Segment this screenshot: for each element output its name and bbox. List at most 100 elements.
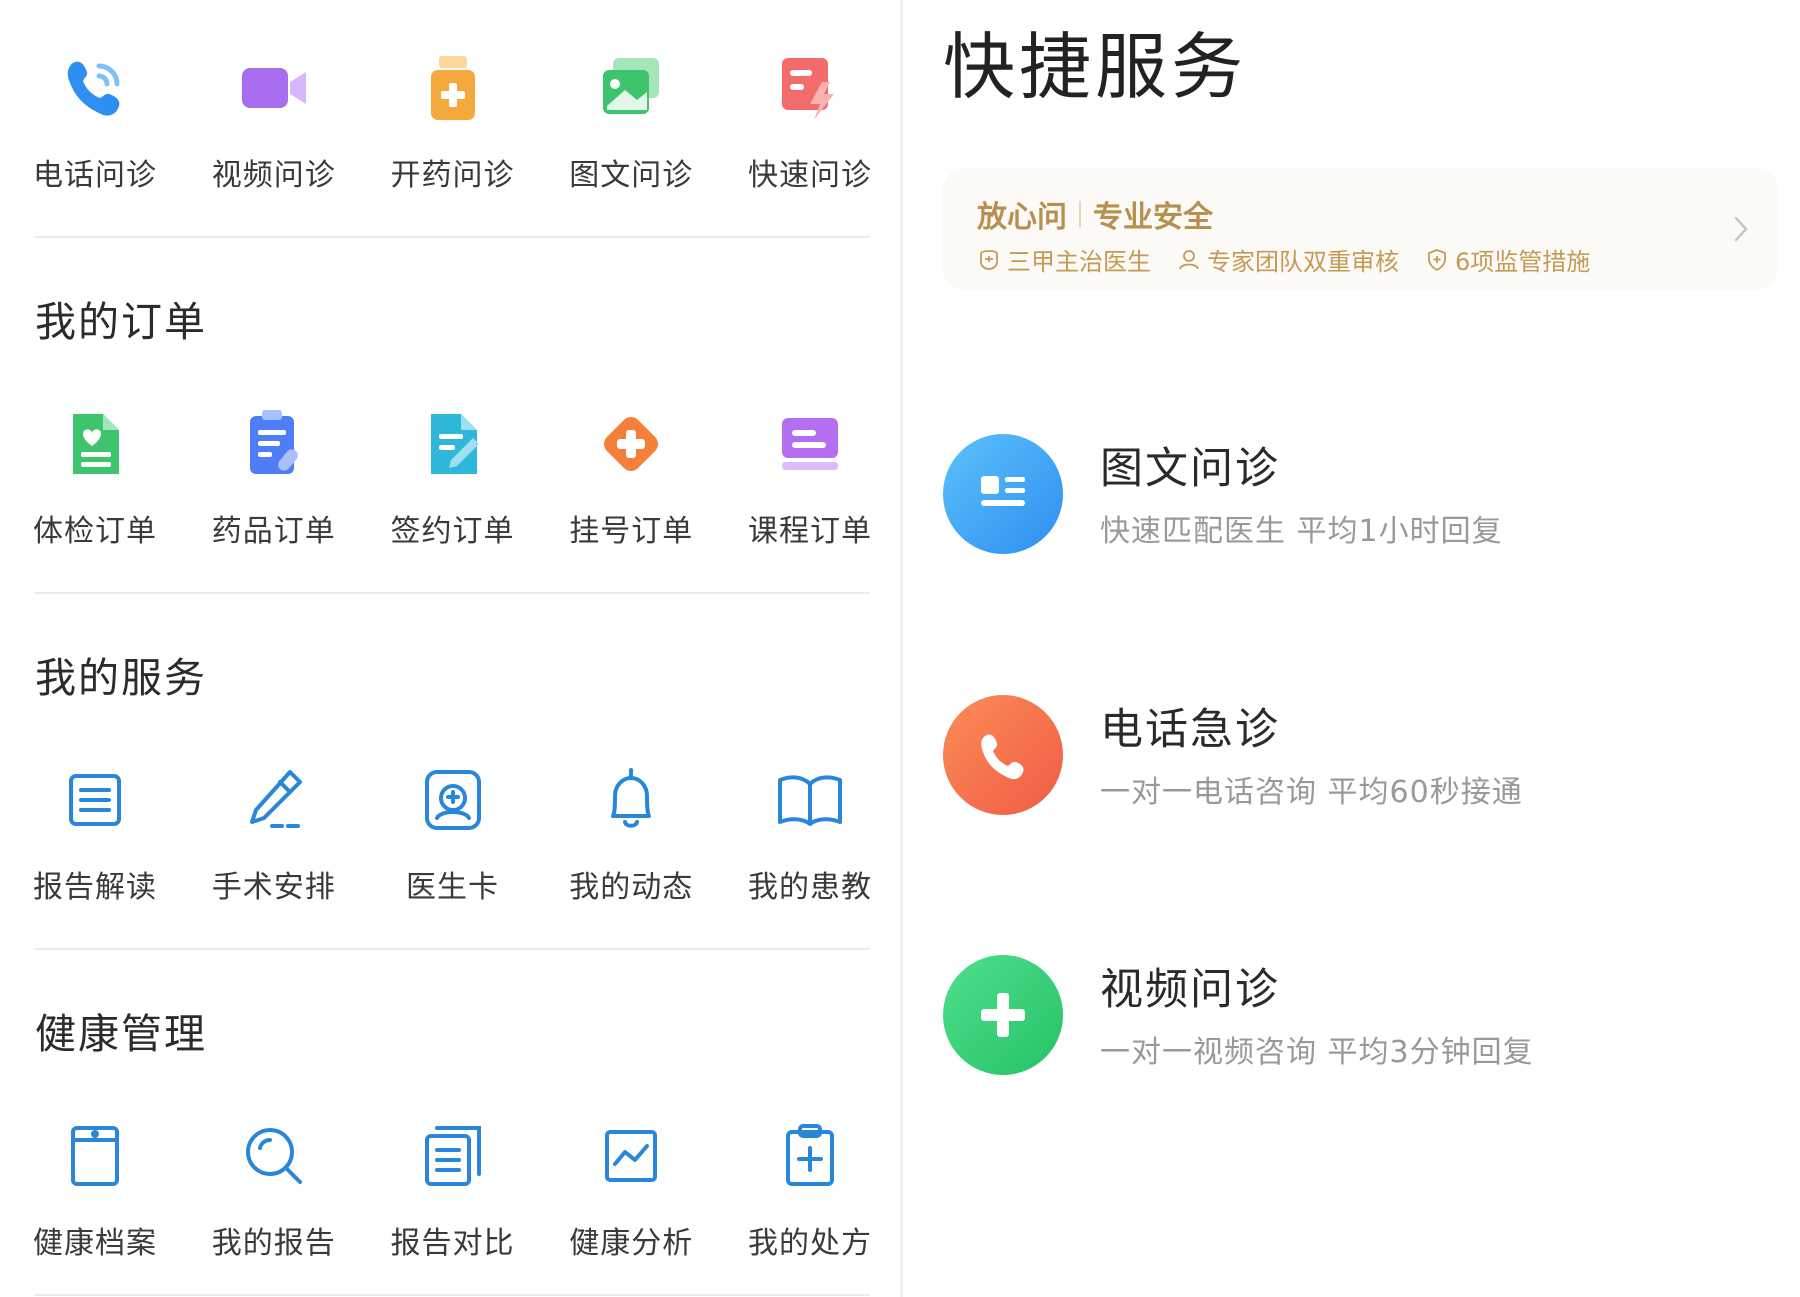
trend-chart-icon [591, 1116, 671, 1196]
report-compare-entry[interactable]: 报告对比 [390, 1116, 515, 1262]
banner-headline: 放心问 专业安全 [977, 192, 1213, 236]
plus-icon [981, 993, 1025, 1037]
service-subtitle: 快速匹配医生 平均1小时回复 [1100, 514, 1503, 549]
scalpel-icon [234, 760, 314, 840]
banner-feature: 6项监管措施 [1425, 242, 1590, 277]
prescription-clipboard-icon [770, 1116, 850, 1196]
search-report-icon [234, 1116, 314, 1196]
my-prescription-entry[interactable]: 我的处方 [748, 1116, 872, 1262]
banner-features: 三甲主治医生 专家团队双重审核 6项监管措施 [977, 242, 1616, 277]
entry-label: 医生卡 [406, 870, 499, 905]
phone-call-icon [55, 48, 135, 128]
medicine-consult-entry[interactable]: 开药问诊 [390, 48, 515, 194]
my-report-entry[interactable]: 我的报告 [211, 1116, 336, 1262]
service-icon-circle [943, 695, 1063, 815]
fast-consult-icon [770, 48, 850, 128]
entry-label: 挂号订单 [569, 514, 694, 549]
entry-label: 我的处方 [748, 1226, 872, 1261]
section-title-health: 健康管理 [35, 1010, 207, 1058]
patient-education-entry[interactable]: 我的患教 [748, 760, 872, 906]
contract-order-entry[interactable]: 签约订单 [390, 404, 515, 550]
course-book-icon [770, 404, 850, 484]
service-subtitle: 一对一视频咨询 平均3分钟回复 [1100, 1035, 1534, 1070]
doctor-card-icon [413, 760, 493, 840]
service-title: 电话急诊 [1100, 705, 1280, 755]
registration-cross-icon [591, 404, 671, 484]
bell-icon [591, 760, 671, 840]
service-icon-circle [943, 434, 1063, 554]
video-camera-icon [234, 48, 314, 128]
entry-label: 健康分析 [569, 1226, 694, 1261]
trust-banner[interactable]: 放心问 专业安全 三甲主治医生 专家团队双重审核 6项监管措施 [943, 168, 1778, 290]
phone-consult-entry[interactable]: 电话问诊 [33, 48, 157, 194]
right-panel: 快捷服务 放心问 专业安全 三甲主治医生 专家团队双重审核 6项监管措施 图文问… [903, 0, 1800, 1297]
image-consult-entry[interactable]: 图文问诊 [569, 48, 694, 194]
shield-icon [1428, 248, 1446, 271]
entry-label: 课程订单 [748, 514, 872, 549]
services-grid: 报告解读 手术安排 医生卡 我的动态 我的患教 [33, 760, 872, 906]
entry-label: 图文问诊 [569, 158, 694, 193]
my-activity-entry[interactable]: 我的动态 [569, 760, 694, 906]
page-title: 快捷服务 [943, 25, 1248, 109]
section-divider [35, 592, 870, 594]
orders-grid: 体检订单 药品订单 签约订单 挂号订单 课程订单 [33, 404, 872, 550]
left-panel: 电话问诊 视频问诊 开药问诊 图文问诊 快速问诊 我的订单 体检订单 药品订单 … [0, 0, 900, 1297]
compare-documents-icon [413, 1116, 493, 1196]
entry-label: 报告对比 [390, 1226, 515, 1261]
service-subtitle: 一对一电话咨询 平均60秒接通 [1100, 775, 1523, 810]
health-file-icon [55, 1116, 135, 1196]
entry-label: 健康档案 [33, 1226, 157, 1261]
medicine-clipboard-icon [234, 404, 314, 484]
banner-feature: 三甲主治医生 [977, 242, 1151, 277]
entry-label: 体检订单 [33, 514, 157, 549]
doctor-badge-icon [980, 249, 998, 270]
image-consult-service[interactable]: 图文问诊 快速匹配医生 平均1小时回复 [943, 434, 1783, 564]
entry-label: 快速问诊 [748, 158, 872, 193]
consult-entries: 电话问诊 视频问诊 开药问诊 图文问诊 快速问诊 [33, 48, 872, 194]
health-grid: 健康档案 我的报告 报告对比 健康分析 我的处方 [33, 1116, 872, 1262]
phone-icon [981, 734, 1024, 780]
entry-label: 视频问诊 [211, 158, 336, 193]
entry-label: 报告解读 [33, 870, 157, 905]
section-divider [35, 236, 870, 238]
report-reading-entry[interactable]: 报告解读 [33, 760, 157, 906]
checkup-document-icon [55, 404, 135, 484]
contract-document-icon [413, 404, 493, 484]
medicine-bottle-icon [413, 48, 493, 128]
service-title: 图文问诊 [1100, 444, 1280, 494]
entry-label: 我的报告 [211, 1226, 336, 1261]
phone-emergency-service[interactable]: 电话急诊 一对一电话咨询 平均60秒接通 [943, 695, 1783, 825]
entry-label: 电话问诊 [33, 158, 157, 193]
health-file-entry[interactable]: 健康档案 [33, 1116, 157, 1262]
video-consult-entry[interactable]: 视频问诊 [211, 48, 336, 194]
checkup-order-entry[interactable]: 体检订单 [33, 404, 157, 550]
entry-label: 我的患教 [748, 870, 872, 905]
surgery-arrangement-entry[interactable]: 手术安排 [211, 760, 336, 906]
banner-separator [1079, 201, 1081, 227]
open-book-icon [770, 760, 850, 840]
chevron-right-icon [1734, 216, 1748, 242]
doctor-card-entry[interactable]: 医生卡 [393, 760, 513, 906]
entry-label: 开药问诊 [390, 158, 515, 193]
fast-consult-entry[interactable]: 快速问诊 [748, 48, 872, 194]
entry-label: 手术安排 [211, 870, 336, 905]
registration-order-entry[interactable]: 挂号订单 [569, 404, 694, 550]
entry-label: 我的动态 [569, 870, 694, 905]
section-title-services: 我的服务 [35, 654, 207, 702]
banner-feature: 专家团队双重审核 [1177, 242, 1399, 277]
course-order-entry[interactable]: 课程订单 [748, 404, 872, 550]
service-title: 视频问诊 [1100, 965, 1280, 1015]
user-icon [1179, 249, 1199, 269]
report-list-icon [55, 760, 135, 840]
entry-label: 签约订单 [390, 514, 515, 549]
video-consult-service[interactable]: 视频问诊 一对一视频咨询 平均3分钟回复 [943, 955, 1783, 1085]
section-divider [35, 1294, 870, 1296]
banner-slogan: 专业安全 [1093, 200, 1213, 235]
medicine-order-entry[interactable]: 药品订单 [212, 404, 335, 550]
section-divider [35, 948, 870, 950]
article-icon [981, 476, 1025, 506]
health-analysis-entry[interactable]: 健康分析 [569, 1116, 694, 1262]
service-icon-circle [943, 955, 1063, 1075]
banner-brand: 放心问 [977, 200, 1067, 235]
image-chat-icon [591, 48, 671, 128]
